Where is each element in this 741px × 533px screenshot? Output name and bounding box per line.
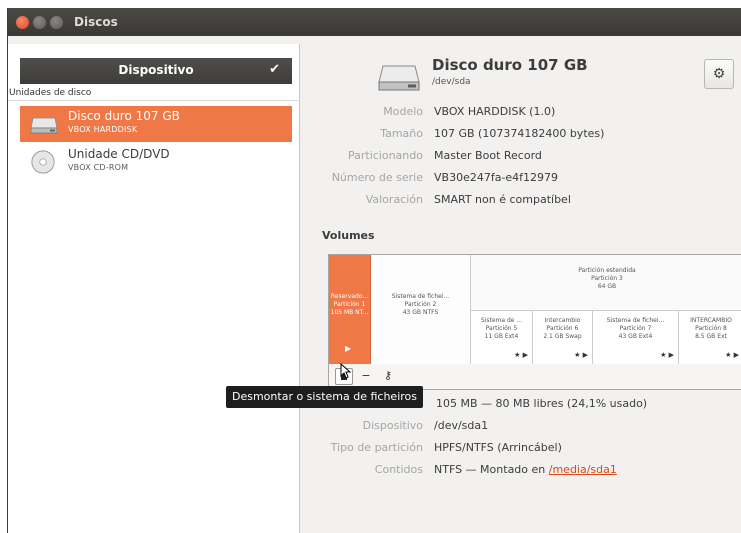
property-row: Particionando Master Boot Record xyxy=(308,146,741,168)
divider xyxy=(8,100,298,101)
property-row: Dispositivo /dev/sda1 xyxy=(308,416,741,438)
delete-partition-button[interactable]: − xyxy=(357,368,375,385)
play-icon: ▶ xyxy=(345,344,352,353)
device-sidebar: Dispositivo ✔ Unidades de disco Disco du… xyxy=(8,44,300,533)
partition-size: 64 GB xyxy=(597,283,617,290)
partition-label: Partición 8 xyxy=(695,325,727,332)
hard-disk-icon xyxy=(30,117,58,134)
mouse-cursor-icon xyxy=(340,363,352,379)
star-icon: ★ ▶ xyxy=(725,351,739,359)
partition-label: Partición 1 xyxy=(333,301,366,308)
partition-7[interactable]: Sistema de fichei... Partición 7 43 GB E… xyxy=(593,311,679,365)
star-icon: ★ ▶ xyxy=(660,351,674,359)
device-name: Disco duro 107 GB xyxy=(68,109,180,123)
partition-label: Partición 3 xyxy=(591,275,623,282)
partition-8[interactable]: INTERCAMBIO Partición 8 8.5 GB Ext ★ ▶ xyxy=(679,311,741,365)
device-item-optical[interactable]: Unidade CD/DVD VBOX CD-ROM xyxy=(20,144,292,180)
partition-fs: Reservado... xyxy=(330,293,369,300)
property-label: Tipo de partición xyxy=(330,441,423,454)
checkmark-icon[interactable]: ✔ xyxy=(269,62,280,77)
partition-size: 11 GB Ext4 xyxy=(484,333,519,340)
disk-title: Disco duro 107 GB xyxy=(432,56,588,74)
partition-5[interactable]: Sistema de ... Partición 5 11 GB Ext4 ★ … xyxy=(471,311,533,365)
property-value: 107 GB (107374182400 bytes) xyxy=(434,127,605,140)
property-label: Valoración xyxy=(365,193,423,206)
disk-properties: Modelo VBOX HARDDISK (1.0) Tamaño 107 GB… xyxy=(308,102,741,212)
property-value: NTFS — Montado en /media/sda1 xyxy=(434,463,617,476)
partition-2[interactable]: Sistema de fichei... Partición 2 43 GB N… xyxy=(371,255,471,365)
property-value: VBOX HARDDISK (1.0) xyxy=(434,105,556,118)
partition-size: 105 MB NT... xyxy=(330,309,369,316)
partition-size: 43 GB Ext4 xyxy=(618,333,653,340)
sidebar-header-title: Dispositivo xyxy=(118,63,194,77)
partition-label: Partición 5 xyxy=(485,325,518,332)
contents-text: NTFS — Montado en xyxy=(434,463,549,476)
volumes-heading: Volumes xyxy=(322,229,375,242)
partition-label: Partición 6 xyxy=(546,325,579,332)
disk-details: Disco duro 107 GB /dev/sda ⚙ Modelo VBOX… xyxy=(308,44,741,533)
partition-label: Partición 2 xyxy=(404,301,437,308)
disk-path: /dev/sda xyxy=(432,77,471,87)
partition-fs: Sistema de ... xyxy=(480,317,523,324)
property-label: Particionando xyxy=(347,149,423,162)
star-icon: ★ ▶ xyxy=(514,351,528,359)
property-label: Contidos xyxy=(374,463,423,476)
partition-label: Partición 7 xyxy=(619,325,652,332)
partition-fs: Sistema de fichei... xyxy=(606,317,665,324)
property-row: Tamaño 107 GB (107374182400 bytes) xyxy=(308,124,741,146)
disks-window: Discos Dispositivo ✔ Unidades de disco D… xyxy=(7,8,741,533)
partition-1[interactable]: Reservado... Partición 1 105 MB NT... ▶ xyxy=(329,255,371,365)
device-model: VBOX CD-ROM xyxy=(68,163,129,172)
partition-map: Reservado... Partición 1 105 MB NT... ▶ … xyxy=(328,254,741,365)
device-model: VBOX HARDDISK xyxy=(68,125,138,134)
property-label: Tamaño xyxy=(380,127,423,140)
property-row: Valoración SMART non é compatíbel xyxy=(308,190,741,212)
sidebar-header: Dispositivo ✔ xyxy=(20,58,292,84)
key-icon[interactable]: ⚷ xyxy=(379,368,397,385)
partition-fs: Partición estendida xyxy=(578,267,636,274)
tooltip: Desmontar o sistema de ficheiros xyxy=(226,386,423,408)
maximize-window-button[interactable] xyxy=(50,16,63,29)
partition-size: 2.1 GB Swap xyxy=(543,333,582,340)
partition-extended[interactable]: Partición estendida Partición 3 64 GB xyxy=(471,255,741,311)
star-icon: ★ ▶ xyxy=(574,351,588,359)
close-window-button[interactable] xyxy=(16,16,29,29)
partition-fs: Intercambio xyxy=(544,317,581,324)
partition-6[interactable]: Intercambio Partición 6 2.1 GB Swap ★ ▶ xyxy=(533,311,593,365)
partition-size: 43 GB NTFS xyxy=(402,309,439,316)
property-value: VB30e247fa-e4f12979 xyxy=(434,171,559,184)
property-value: HPFS/NTFS (Arrincábel) xyxy=(434,441,562,454)
volume-size: 105 MB — 80 MB libres (24,1% usado) xyxy=(436,397,648,410)
gear-icon[interactable]: ⚙ xyxy=(704,59,734,89)
title-bar: Discos xyxy=(8,8,741,36)
property-label: Número de serie xyxy=(331,171,423,184)
partition-size: 8.5 GB Ext xyxy=(695,333,727,340)
property-row: Número de serie VB30e247fa-e4f12979 xyxy=(308,168,741,190)
property-row: Modelo VBOX HARDDISK (1.0) xyxy=(308,102,741,124)
device-item-hard-disk[interactable]: Disco duro 107 GB VBOX HARDDISK xyxy=(20,106,292,142)
partition-fs: INTERCAMBIO xyxy=(690,317,732,324)
hard-disk-icon xyxy=(378,65,420,91)
optical-disc-icon xyxy=(31,150,55,174)
mount-point-link[interactable]: /media/sda1 xyxy=(549,463,617,476)
property-value: SMART non é compatíbel xyxy=(434,193,571,206)
property-label: Dispositivo xyxy=(362,419,423,432)
property-row: Contidos NTFS — Montado en /media/sda1 xyxy=(308,460,741,482)
window-title: Discos xyxy=(74,15,118,29)
minimize-window-button[interactable] xyxy=(33,16,46,29)
property-row: Tipo de partición HPFS/NTFS (Arrincábel) xyxy=(308,438,741,460)
partition-fs: Sistema de fichei... xyxy=(391,293,450,300)
group-label: Unidades de disco xyxy=(9,88,92,98)
device-name: Unidade CD/DVD xyxy=(68,147,170,161)
property-label: Modelo xyxy=(383,105,423,118)
property-value: Master Boot Record xyxy=(434,149,542,162)
property-value: /dev/sda1 xyxy=(434,419,489,432)
